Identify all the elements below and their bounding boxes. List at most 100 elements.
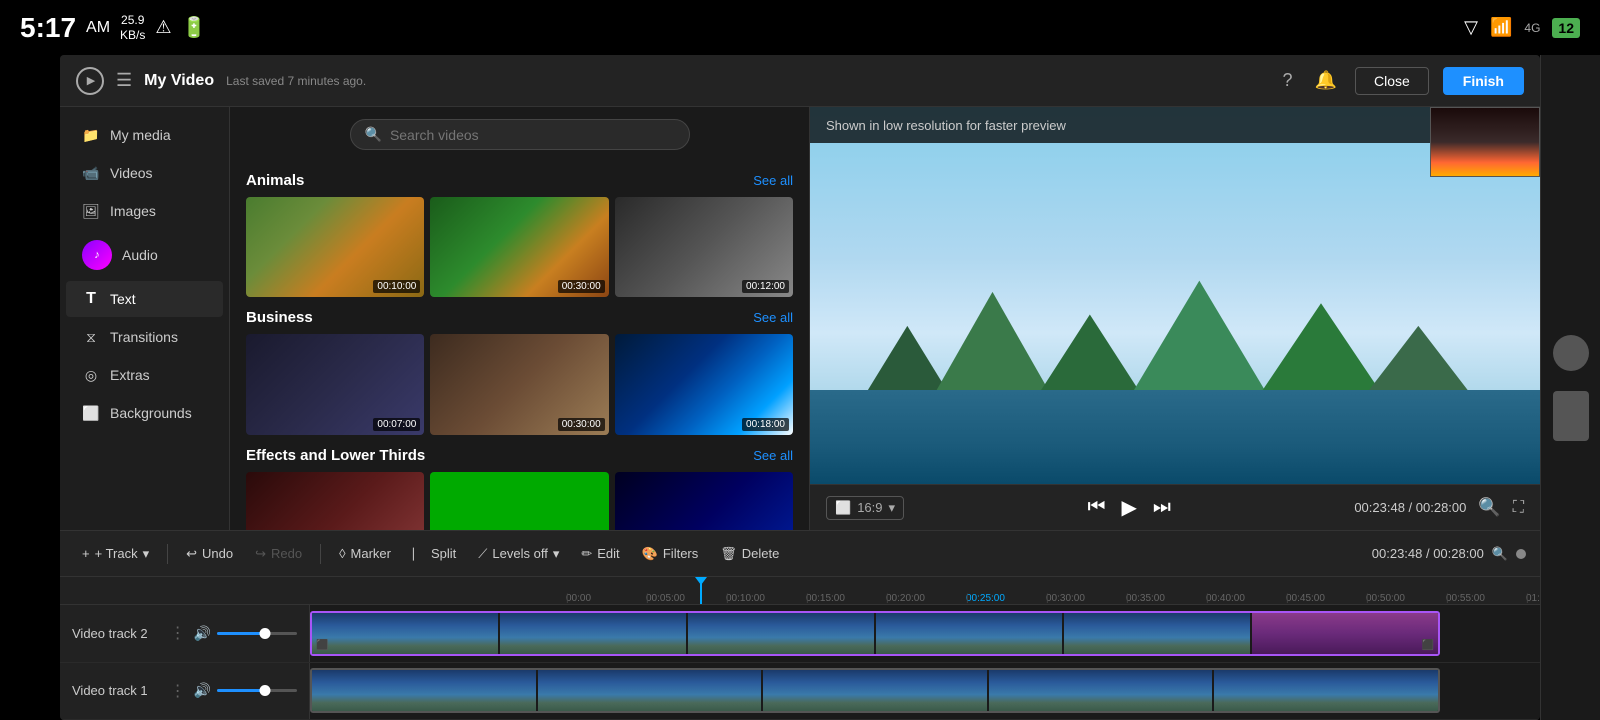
close-button[interactable]: Close (1355, 67, 1429, 95)
list-item[interactable]: 00:10:00 (246, 197, 424, 297)
chevron-down-icon-2: ▾ (553, 546, 560, 562)
play-button[interactable] (76, 67, 104, 95)
edit-button[interactable]: ✏ Edit (573, 542, 627, 566)
edit-icon: ✏ (581, 546, 592, 562)
ruler-mark: 00:40:00 (1206, 593, 1286, 604)
sidebar-label-backgrounds: Backgrounds (110, 405, 192, 421)
sidebar-item-my-media[interactable]: 📁 My media (66, 117, 223, 153)
clip-frame (312, 670, 536, 711)
timeline-ruler: 00:00 00:05:00 00:10:00 00:15:00 00:20:0… (60, 577, 1540, 605)
business-see-all[interactable]: See all (753, 310, 793, 325)
split-icon: ⎸ (413, 546, 426, 562)
list-item[interactable]: 00:30:00 (430, 197, 608, 297)
sidebar-item-extras[interactable]: ◎ Extras (66, 357, 223, 393)
status-left: 5:17 AM 25.9KB/s ⚠ 🔋 (20, 12, 206, 44)
ruler-mark: 00:10:00 (726, 593, 806, 604)
sidebar-item-audio[interactable]: ♪ Audio (66, 231, 223, 279)
filters-button[interactable]: 🎨 Filters (634, 542, 707, 566)
timeline-tracks: Video track 2 ⋮ 🔊 (60, 605, 1540, 720)
playhead[interactable] (700, 577, 702, 604)
ruler-mark: 00:20:00 (886, 593, 966, 604)
duration-badge: 00:30:00 (558, 280, 605, 293)
sidebar-item-backgrounds[interactable]: ⬜ Backgrounds (66, 395, 223, 431)
search-input[interactable] (390, 127, 675, 143)
list-item[interactable]: 00:18:00 (615, 334, 793, 434)
toolbar-separator (167, 544, 168, 564)
time-search-group: 00:23:48 / 00:28:00 🔍 ⛶ (1354, 493, 1524, 522)
track-volume-1: 🔊 (194, 682, 297, 699)
menu-icon[interactable]: ☰ (116, 70, 132, 91)
effects-grid: 00:15:00 00:19:00 00:10:00 (246, 472, 793, 530)
next-button[interactable]: ⏭ (1153, 496, 1171, 519)
help-button[interactable]: ? (1279, 66, 1297, 95)
table-row: Video track 1 ⋮ 🔊 (60, 663, 1540, 720)
clip-end-icon: ⬛ (1422, 640, 1434, 651)
finish-button[interactable]: Finish (1443, 67, 1524, 95)
effects-see-all[interactable]: See all (753, 448, 793, 463)
preview-buttons: ⏮ ▶ ⏭ (1087, 495, 1170, 520)
preview-panel: Shown in low resolution for faster previ… (810, 107, 1540, 530)
ruler-mark: 00:05:00 (646, 593, 726, 604)
track-more-button-1[interactable]: ⋮ (170, 681, 186, 701)
signal-icon: 📶 (1490, 17, 1512, 38)
search-icon: 🔍 (365, 126, 382, 143)
duration-badge: 00:10:00 (373, 280, 420, 293)
track-more-button-2[interactable]: ⋮ (170, 623, 186, 643)
video-clip-2[interactable] (310, 668, 1440, 713)
status-ampm: AM (86, 19, 110, 37)
redo-button[interactable]: ↪ Redo (247, 542, 310, 566)
sidebar-label-videos: Videos (110, 165, 153, 181)
business-section-header: Business See all (246, 309, 793, 326)
list-item[interactable]: 00:30:00 (430, 334, 608, 434)
ruler-mark: 00:15:00 (806, 593, 886, 604)
play-pause-button[interactable]: ▶ (1121, 495, 1136, 520)
business-title: Business (246, 309, 313, 326)
sidebar: 📁 My media 📹 Videos 🖼 Images ♪ Audio T T… (60, 107, 230, 530)
duration-badge: 00:12:00 (742, 280, 789, 293)
notification-button[interactable]: 🔔 (1311, 66, 1341, 95)
volume-thumb-2[interactable] (260, 685, 271, 696)
levels-button[interactable]: ⟋ Levels off ▾ (470, 542, 567, 566)
zoom-button[interactable]: 🔍 (1474, 493, 1504, 522)
add-track-button[interactable]: + + Track ▾ (74, 542, 157, 566)
fullscreen-button[interactable]: ⛶ (1513, 499, 1524, 517)
volume-slider-2[interactable] (217, 689, 297, 692)
list-item[interactable]: 00:12:00 (615, 197, 793, 297)
clip-frame (500, 613, 686, 654)
sidebar-item-images[interactable]: 🖼 Images (66, 193, 223, 229)
thumb-effect1 (246, 472, 424, 530)
media-scroll[interactable]: Animals See all 00:10:00 00:30:00 (230, 162, 809, 530)
chevron-down-icon: ▾ (889, 500, 896, 516)
previous-button[interactable]: ⏮ (1087, 496, 1105, 519)
list-item[interactable]: 00:10:00 (615, 472, 793, 530)
track-content-1 (310, 663, 1540, 720)
undo-button[interactable]: ↩ Undo (178, 542, 241, 566)
filters-icon: 🎨 (642, 546, 658, 562)
list-item[interactable]: 00:07:00 (246, 334, 424, 434)
my-media-icon: 📁 (82, 126, 100, 144)
aspect-ratio-selector[interactable]: ⬜ 16:9 ▾ (826, 496, 904, 520)
volume-slider[interactable] (217, 632, 297, 635)
track-content-2: ⬛ ⬛ (310, 605, 1540, 662)
clip-frame-highlight (1252, 613, 1438, 654)
extras-icon: ◎ (82, 366, 100, 384)
track-name-1: Video track 1 (72, 683, 162, 698)
sidebar-item-text[interactable]: T Text (66, 281, 223, 317)
marker-button[interactable]: ◊ Marker (331, 542, 399, 565)
top-bar: ☰ My Video Last saved 7 minutes ago. ? 🔔… (60, 55, 1540, 107)
list-item[interactable]: 00:15:00 (246, 472, 424, 530)
video-clip[interactable]: ⬛ ⬛ (310, 611, 1440, 656)
delete-button[interactable]: 🗑 Delete (712, 542, 787, 566)
delete-icon: 🗑 (720, 546, 737, 562)
text-icon: T (82, 290, 100, 308)
sidebar-item-videos[interactable]: 📹 Videos (66, 155, 223, 191)
volume-thumb[interactable] (260, 628, 271, 639)
sidebar-item-transitions[interactable]: ⧖ Transitions (66, 319, 223, 355)
ruler-mark: 00:30:00 (1046, 593, 1126, 604)
status-speed: 25.9KB/s (120, 13, 145, 42)
water-reflection (810, 390, 1540, 484)
top-bar-right: ? 🔔 Close Finish (1279, 66, 1524, 95)
split-button[interactable]: ⎸ Split (405, 542, 464, 566)
list-item[interactable]: 00:19:00 (430, 472, 608, 530)
animals-see-all[interactable]: See all (753, 173, 793, 188)
